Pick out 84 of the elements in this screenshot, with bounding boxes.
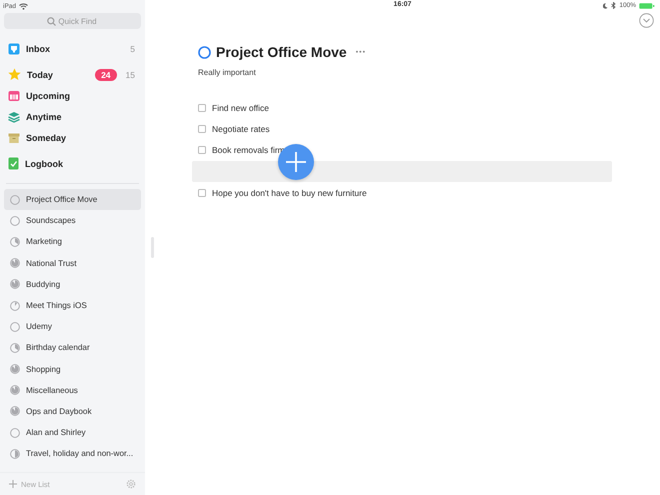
logbook-icon	[8, 157, 19, 170]
progress-pie-icon	[10, 364, 20, 374]
sidebar-item-label: Upcoming	[26, 90, 71, 100]
progress-pie-icon	[10, 300, 20, 311]
project-item[interactable]: Alan and Shirley	[4, 422, 141, 444]
progress-pie-icon	[10, 216, 20, 226]
progress-pie-icon	[10, 258, 20, 268]
progress-pie-icon	[10, 385, 20, 396]
project-item[interactable]: Travel, holiday and non-wor...	[4, 443, 141, 464]
sidebar-item-label: Anytime	[26, 112, 63, 122]
project-label: Buddying	[26, 280, 60, 289]
inbox-icon	[8, 42, 20, 54]
project-circle-icon	[198, 46, 211, 58]
bluetooth-icon	[611, 2, 616, 9]
checkbox[interactable]	[198, 146, 206, 154]
project-title: Project Office Move	[216, 44, 347, 60]
project-label: National Trust	[26, 258, 77, 268]
project-item[interactable]: Meet Things iOS	[4, 294, 141, 316]
progress-pie-icon	[10, 428, 20, 438]
star-icon	[8, 68, 21, 81]
project-label: Travel, holiday and non-wor...	[26, 449, 134, 458]
progress-pie-icon	[10, 342, 20, 353]
wifi-icon	[19, 2, 28, 10]
project-item[interactable]: Shopping	[4, 358, 141, 380]
sidebar-item-label: Inbox	[26, 44, 51, 54]
plus-icon	[286, 152, 306, 172]
sidebar-item-label: Logbook	[25, 158, 64, 168]
layers-icon	[8, 110, 20, 122]
project-label: Udemy	[26, 322, 52, 332]
project-label: Ops and Daybook	[26, 406, 92, 416]
project-item[interactable]: Buddying	[4, 274, 141, 295]
plus-icon	[9, 480, 17, 488]
sidebar-item[interactable]: Logbook	[0, 153, 145, 174]
task-label: Find new office	[212, 102, 270, 113]
task-item[interactable]: Hope you don't have to buy new furniture	[192, 182, 612, 204]
task-item[interactable]: Negotiate rates	[192, 118, 612, 140]
project-item[interactable]: Soundscapes	[4, 210, 141, 232]
progress-pie-icon	[10, 279, 20, 290]
progress-pie-icon	[10, 194, 20, 205]
project-notes: Really important	[198, 68, 257, 77]
project-label: Soundscapes	[26, 216, 76, 226]
task-label: Hope you don't have to buy new furniture	[212, 188, 367, 198]
project-label: Marketing	[26, 237, 62, 246]
project-item[interactable]: Miscellaneous	[4, 380, 141, 401]
progress-pie-icon	[10, 322, 20, 332]
item-count: 15	[126, 70, 135, 80]
checkbox[interactable]	[198, 188, 206, 197]
checkbox[interactable]	[198, 104, 206, 112]
battery-icon	[639, 2, 655, 8]
sidebar-item[interactable]: Someday	[0, 127, 145, 148]
project-label: Alan and Shirley	[26, 428, 86, 438]
new-task-placeholder[interactable]	[192, 160, 612, 182]
progress-pie-icon	[10, 236, 20, 247]
project-label: Miscellaneous	[26, 386, 78, 395]
sidebar-item[interactable]: Inbox 5	[0, 38, 145, 59]
project-item[interactable]: Birthday calendar	[4, 337, 141, 358]
progress-pie-icon	[10, 448, 20, 459]
task-label: Negotiate rates	[212, 124, 270, 134]
box-icon	[8, 132, 20, 144]
sidebar-item[interactable]: Today 24 15	[0, 64, 145, 85]
settings-icon[interactable]	[126, 479, 136, 489]
sidebar-item-label: Today	[27, 70, 54, 80]
project-label: Birthday calendar	[26, 343, 90, 352]
sidebar-item[interactable]: Upcoming	[0, 85, 145, 106]
search-icon	[47, 16, 56, 26]
project-item[interactable]: National Trust	[4, 252, 141, 274]
search-field[interactable]: Quick Find	[4, 13, 141, 29]
project-label: Meet Things iOS	[26, 301, 87, 310]
checkbox[interactable]	[198, 124, 206, 133]
project-item[interactable]: Ops and Daybook	[4, 400, 141, 422]
project-item[interactable]: Project Office Move	[4, 189, 141, 210]
project-label: Project Office Move	[26, 195, 98, 204]
calendar-icon	[8, 90, 20, 102]
chevron-down-icon[interactable]	[639, 13, 654, 28]
task-item[interactable]: Find new office	[192, 97, 612, 118]
sidebar-item[interactable]: Anytime	[0, 106, 145, 127]
item-count: 5	[130, 44, 135, 54]
project-item[interactable]: Marketing	[4, 231, 141, 253]
moon-icon	[603, 2, 608, 8]
project-item[interactable]: Udemy	[4, 316, 141, 338]
progress-pie-icon	[10, 406, 20, 416]
due-count-badge: 24	[95, 68, 117, 80]
project-label: Shopping	[26, 364, 61, 374]
sidebar-item-label: Someday	[26, 132, 68, 142]
